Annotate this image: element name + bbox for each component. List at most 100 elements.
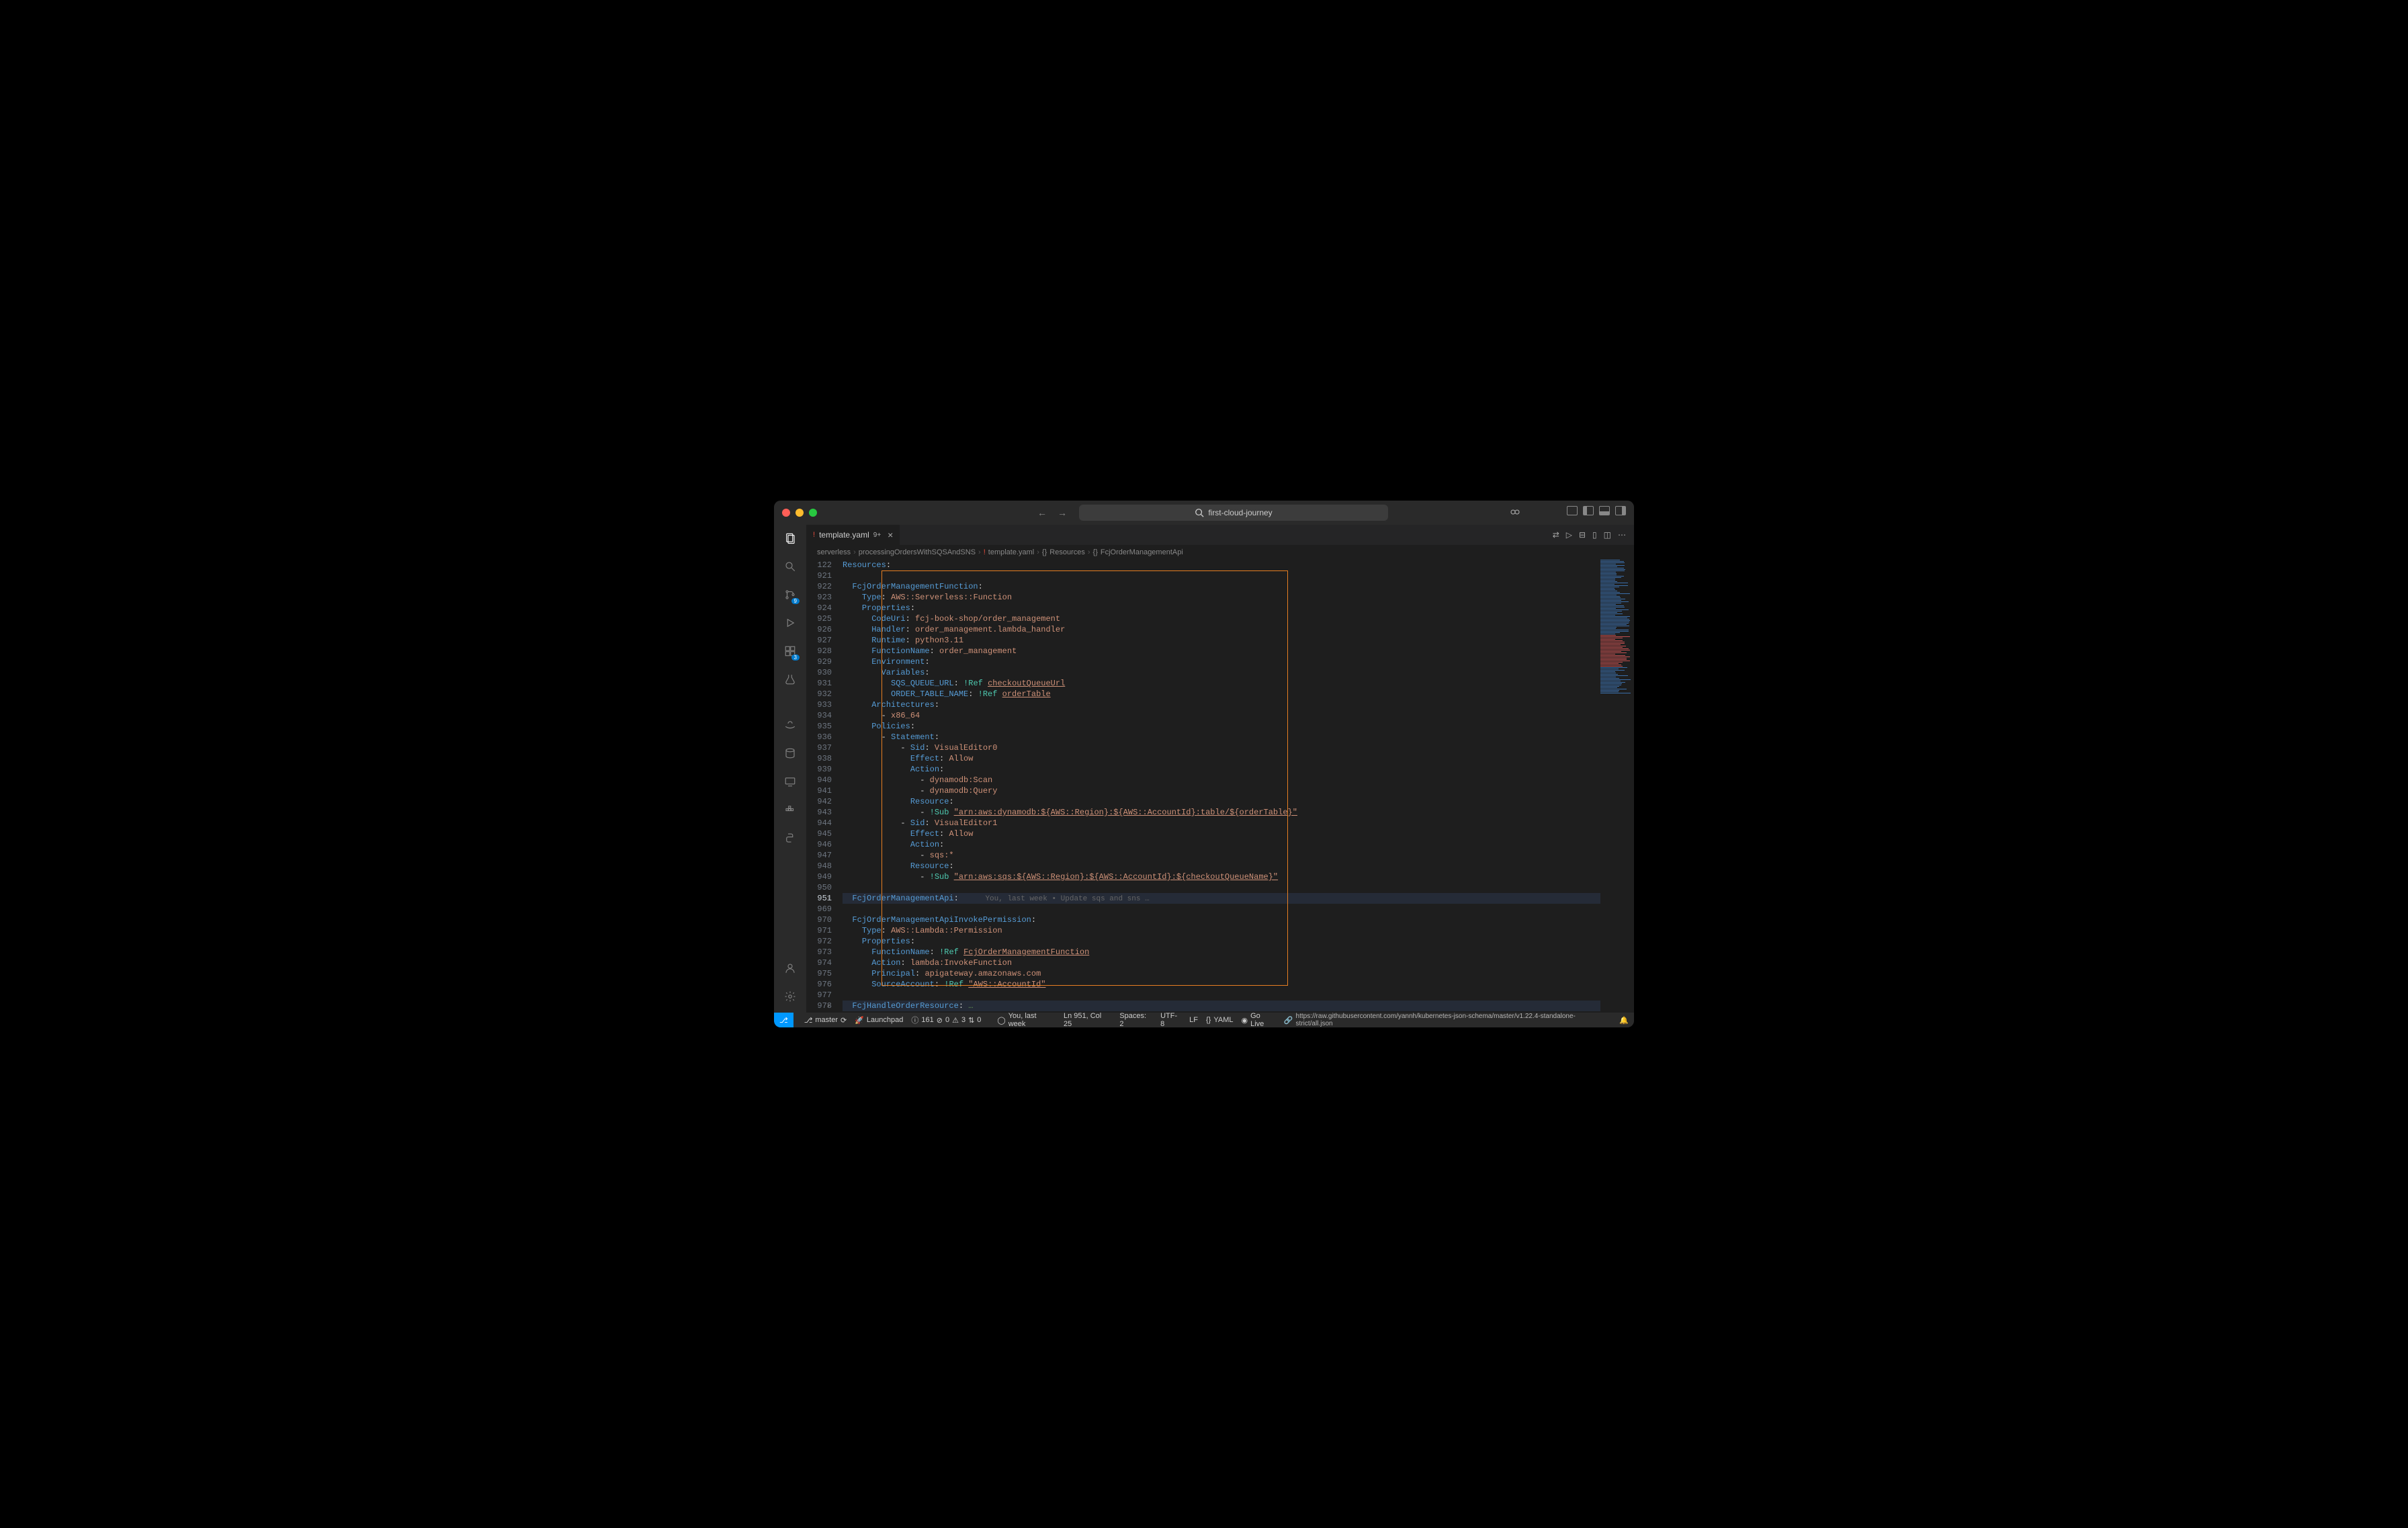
testing-icon[interactable] <box>782 671 798 687</box>
code-line[interactable]: Properties: <box>843 936 1600 947</box>
breadcrumb-item[interactable]: FcjOrderManagementApi <box>1101 548 1183 556</box>
breadcrumb-item[interactable]: template.yaml <box>988 548 1034 556</box>
code-line[interactable]: FcjHandleOrderResource: … <box>843 1001 1600 1011</box>
more-actions-icon[interactable]: ⋯ <box>1618 530 1626 540</box>
code-line[interactable]: Resource: <box>843 796 1600 807</box>
code-line[interactable]: Variables: <box>843 667 1600 678</box>
code-line[interactable]: Action: lambda:InvokeFunction <box>843 958 1600 968</box>
notifications-icon[interactable]: 🔔 <box>1619 1016 1629 1025</box>
layout-toggle-primary-sidebar[interactable] <box>1567 506 1578 515</box>
code-line[interactable]: Type: AWS::Lambda::Permission <box>843 925 1600 936</box>
breadcrumb-item[interactable]: serverless <box>817 548 851 556</box>
editor-area[interactable]: 1229219229239249259269279289299309319329… <box>806 560 1634 1013</box>
encoding[interactable]: UTF-8 <box>1160 1012 1181 1027</box>
code-line[interactable]: FunctionName: !Ref FcjOrderManagementFun… <box>843 947 1600 958</box>
code-line[interactable] <box>843 882 1600 893</box>
search-activity-icon[interactable] <box>782 558 798 575</box>
code-line[interactable]: - !Sub "arn:aws:sqs:${AWS::Region}:${AWS… <box>843 872 1600 882</box>
code-line[interactable]: Resource: <box>843 861 1600 872</box>
run-icon[interactable]: ▷ <box>1566 530 1572 540</box>
settings-gear-icon[interactable] <box>782 988 798 1005</box>
error-icon: ⊘ <box>937 1016 943 1025</box>
code-line[interactable]: FunctionName: order_management <box>843 646 1600 656</box>
code-line[interactable] <box>843 904 1600 915</box>
code-line[interactable]: - !Sub "arn:aws:dynamodb:${AWS::Region}:… <box>843 807 1600 818</box>
remote-explorer-icon[interactable] <box>782 773 798 790</box>
command-center[interactable]: first-cloud-journey <box>1079 505 1388 521</box>
code-line[interactable]: - Sid: VisualEditor0 <box>843 742 1600 753</box>
code-line[interactable]: - Statement: <box>843 732 1600 742</box>
code-line[interactable]: FcjOrderManagementApi: You, last week • … <box>843 893 1600 904</box>
code-line[interactable]: Type: AWS::Serverless::Function <box>843 592 1600 603</box>
yaml-file-icon: ! <box>813 531 815 539</box>
window-close-button[interactable] <box>782 509 790 517</box>
code-line[interactable]: Policies: <box>843 721 1600 732</box>
layout-toggle-left[interactable] <box>1583 506 1594 515</box>
code-line[interactable]: SQS_QUEUE_URL: !Ref checkoutQueueUrl <box>843 678 1600 689</box>
schema-status[interactable]: 🔗 https://raw.githubusercontent.com/yann… <box>1284 1013 1611 1027</box>
window-maximize-button[interactable] <box>809 509 817 517</box>
layout-toggle-right[interactable] <box>1615 506 1626 515</box>
code-line[interactable]: ORDER_TABLE_NAME: !Ref orderTable <box>843 689 1600 699</box>
window-minimize-button[interactable] <box>796 509 804 517</box>
accounts-icon[interactable] <box>782 960 798 976</box>
eol[interactable]: LF <box>1189 1016 1198 1024</box>
code-line[interactable]: Runtime: python3.11 <box>843 635 1600 646</box>
code-line[interactable] <box>843 570 1600 581</box>
code-line[interactable]: Resources: <box>843 560 1600 570</box>
go-live[interactable]: ◉ Go Live <box>1241 1012 1275 1027</box>
code-line[interactable]: - dynamodb:Query <box>843 786 1600 796</box>
code-line[interactable]: Principal: apigateway.amazonaws.com <box>843 968 1600 979</box>
code-line[interactable]: - sqs:* <box>843 850 1600 861</box>
code-line[interactable]: Effect: Allow <box>843 829 1600 839</box>
python-env-icon[interactable] <box>782 830 798 846</box>
code-line[interactable]: FcjOrderManagementApiInvokePermission: <box>843 915 1600 925</box>
split-right-icon[interactable]: ▯ <box>1592 530 1597 540</box>
tab-close-button[interactable]: × <box>888 529 893 540</box>
code-line[interactable]: Action: <box>843 839 1600 850</box>
diagnostics[interactable]: ⓘ161 ⊘0 ⚠3 ⇅0 <box>911 1015 981 1025</box>
cursor-position[interactable]: Ln 951, Col 25 <box>1064 1012 1111 1027</box>
fold-icon[interactable]: › <box>827 1001 830 1011</box>
code-line[interactable]: Properties: <box>843 603 1600 613</box>
language-mode[interactable]: {} YAML <box>1206 1016 1234 1024</box>
extensions-icon[interactable]: 3 <box>782 643 798 659</box>
compare-icon[interactable]: ⇄ <box>1553 530 1559 540</box>
split-editor-icon[interactable]: ◫ <box>1604 530 1611 540</box>
run-debug-icon[interactable] <box>782 615 798 631</box>
nav-forward-button[interactable]: → <box>1058 507 1067 518</box>
code-line[interactable]: Architectures: <box>843 699 1600 710</box>
code-line[interactable] <box>843 990 1600 1001</box>
explorer-icon[interactable] <box>782 530 798 546</box>
code-line[interactable]: - x86_64 <box>843 710 1600 721</box>
git-branch[interactable]: ⎇ master ⟳ <box>804 1016 847 1025</box>
source-control-icon[interactable]: 9 <box>782 587 798 603</box>
breadcrumbs[interactable]: serverless › processingOrdersWithSQSAndS… <box>806 545 1634 560</box>
aws-icon[interactable] <box>782 717 798 733</box>
breadcrumb-item[interactable]: Resources <box>1049 548 1085 556</box>
layout-toggle-panel[interactable] <box>1599 506 1610 515</box>
breadcrumb-item[interactable]: processingOrdersWithSQSAndSNS <box>859 548 976 556</box>
launchpad[interactable]: 🚀 Launchpad <box>855 1016 903 1025</box>
code-line[interactable]: - dynamodb:Scan <box>843 775 1600 786</box>
diff-icon[interactable]: ⊟ <box>1579 530 1586 540</box>
fold-icon[interactable]: › <box>827 893 830 904</box>
code-line[interactable]: Effect: Allow <box>843 753 1600 764</box>
tab-template-yaml[interactable]: ! template.yaml 9+ × <box>806 525 900 545</box>
remote-indicator[interactable]: ⎇ <box>774 1013 793 1027</box>
git-blame[interactable]: ◯ You, last week <box>997 1012 1056 1027</box>
code-content[interactable]: Resources: FcjOrderManagementFunction: T… <box>843 560 1600 1013</box>
indentation[interactable]: Spaces: 2 <box>1119 1012 1152 1027</box>
nav-back-button[interactable]: ← <box>1037 507 1047 518</box>
code-line[interactable]: Action: <box>843 764 1600 775</box>
code-line[interactable]: CodeUri: fcj-book-shop/order_management <box>843 613 1600 624</box>
code-line[interactable]: SourceAccount: !Ref "AWS::AccountId" <box>843 979 1600 990</box>
code-line[interactable]: Handler: order_management.lambda_handler <box>843 624 1600 635</box>
copilot-icon[interactable] <box>1509 506 1521 520</box>
docker-icon[interactable] <box>782 802 798 818</box>
code-line[interactable]: - Sid: VisualEditor1 <box>843 818 1600 829</box>
minimap[interactable] <box>1600 560 1634 1013</box>
code-line[interactable]: Environment: <box>843 656 1600 667</box>
code-line[interactable]: FcjOrderManagementFunction: <box>843 581 1600 592</box>
database-icon[interactable] <box>782 745 798 761</box>
